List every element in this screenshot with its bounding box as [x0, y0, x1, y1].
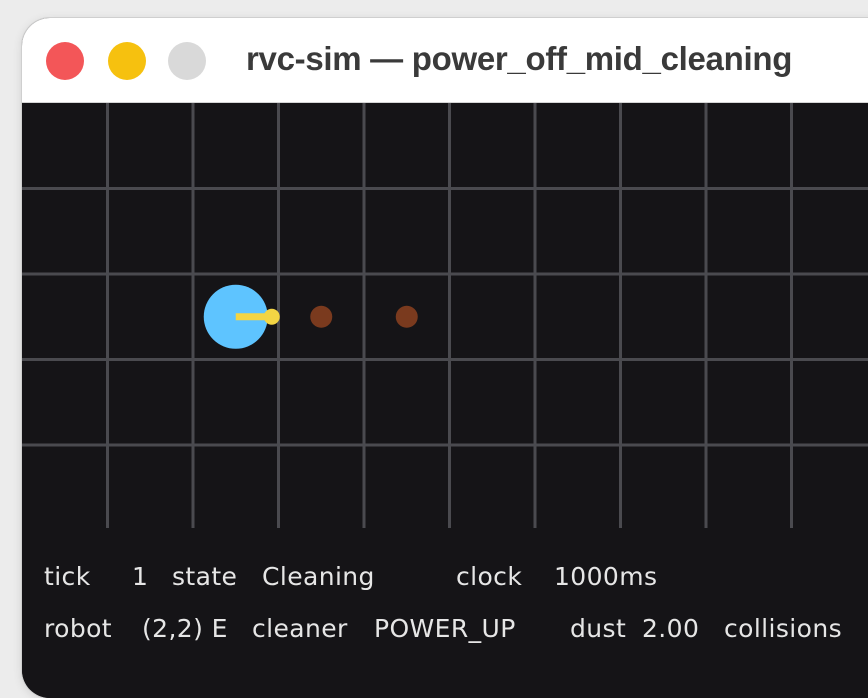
dust-particle: [310, 305, 333, 328]
dust-value: 2.00: [642, 614, 700, 643]
app-window: rvc-sim — power_off_mid_cleaning tick 1 …: [22, 18, 868, 698]
collisions-label: collisions: [724, 614, 843, 643]
status-panel: tick 1 state Cleaning clock 1000ms robot…: [22, 528, 868, 698]
robot-heading-tip: [263, 308, 280, 325]
robot-value: (2,2) E: [142, 614, 228, 643]
close-window-button[interactable]: [46, 42, 84, 80]
minimize-window-button[interactable]: [108, 42, 146, 80]
robot-label: robot: [44, 614, 112, 643]
dust-label: dust: [570, 614, 627, 643]
cleaner-label: cleaner: [252, 614, 348, 643]
simulation-grid: [22, 103, 868, 528]
dust-particle: [395, 305, 418, 328]
cleaner-value: POWER_UP: [374, 614, 516, 643]
maximize-window-button[interactable]: [168, 42, 206, 80]
clock-label: clock: [456, 562, 523, 591]
state-label: state: [172, 562, 238, 591]
state-value: Cleaning: [262, 562, 375, 591]
tick-value: 1: [132, 562, 149, 591]
clock-value: 1000ms: [554, 562, 658, 591]
title-bar: rvc-sim — power_off_mid_cleaning: [22, 18, 868, 103]
simulation-canvas: [22, 103, 868, 528]
tick-label: tick: [44, 562, 91, 591]
window-title: rvc-sim — power_off_mid_cleaning: [246, 40, 793, 77]
